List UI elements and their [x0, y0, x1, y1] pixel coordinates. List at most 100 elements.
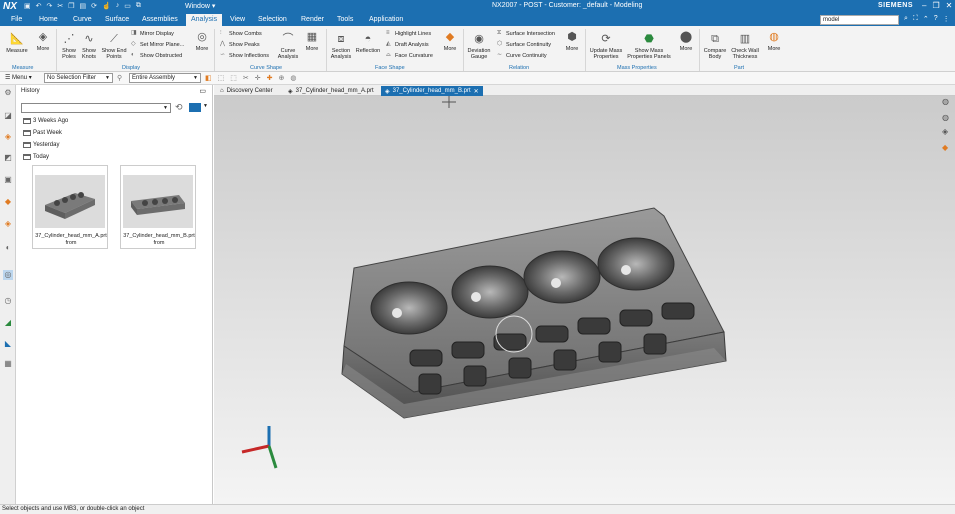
lasso-icon[interactable]: ⬚	[230, 74, 237, 82]
paste-icon[interactable]: ▤	[80, 2, 87, 10]
show-inflections-button[interactable]: ∽ Show Inflections	[220, 52, 269, 59]
web-browser-icon[interactable]: ◈	[3, 219, 13, 229]
undo-icon[interactable]: ↶	[36, 2, 42, 10]
part-navigator-icon[interactable]: ◪	[3, 111, 13, 121]
section-analysis-button[interactable]: ⧈ Section Analysis	[329, 31, 353, 60]
history-folder[interactable]: Yesterday	[23, 142, 59, 148]
more-options-icon[interactable]: ⋮	[943, 15, 950, 23]
show-knots-button[interactable]: ∿ Show Knots	[79, 31, 99, 60]
show-peaks-button[interactable]: ⋀ Show Peaks	[220, 41, 260, 48]
compare-body-button[interactable]: ⧉ Compare Body	[702, 31, 728, 60]
mass-properties-more-button[interactable]: ⬤ More	[676, 29, 696, 52]
settings-icon[interactable]: ⚙	[3, 88, 13, 98]
chevron-down-icon[interactable]: ▼	[203, 103, 208, 109]
window-menu[interactable]: Window ▾	[185, 2, 215, 10]
show-end-points-button[interactable]: ⟋ Show End Points	[100, 31, 128, 60]
touch-icon[interactable]: ☝	[102, 2, 111, 10]
selection-filter-dropdown[interactable]: No Selection Filter ▼	[44, 73, 113, 83]
menu-home[interactable]: Home	[39, 16, 58, 23]
menu-tools[interactable]: Tools	[337, 16, 353, 23]
draft-analysis-button[interactable]: ◭ Draft Analysis	[386, 41, 429, 48]
update-mass-properties-button[interactable]: ⟳ Update Mass Properties	[588, 31, 624, 60]
menu-analysis[interactable]: Analysis	[186, 14, 223, 26]
main-menu-button[interactable]: ☰ Menu ▾	[5, 74, 32, 81]
set-mirror-plane-button[interactable]: ◇ Set Mirror Plane...	[131, 41, 184, 48]
history-folder[interactable]: 3 Weeks Ago	[23, 118, 68, 124]
history-filter-dropdown[interactable]: ▼	[21, 103, 171, 113]
mic-icon[interactable]: ♪	[116, 2, 120, 10]
palette-icon[interactable]: ◐	[3, 243, 13, 253]
maximize-panel-icon[interactable]: ▭	[199, 87, 206, 95]
command-search-input[interactable]: model	[820, 15, 899, 25]
measure-button[interactable]: 📐 Measure	[5, 31, 29, 54]
fullscreen-icon[interactable]: ⛶	[913, 15, 918, 23]
show-mass-properties-panels-button[interactable]: ⬣ Show Mass Properties Panels	[626, 31, 672, 60]
tab-cylinder-head-a[interactable]: ◈ 37_Cylinder_head_mm_A.prt	[284, 86, 378, 96]
menu-selection[interactable]: Selection	[258, 16, 287, 23]
redo-icon[interactable]: ↷	[47, 2, 53, 10]
select-all-icon[interactable]: ⬚	[218, 74, 225, 82]
history-folder[interactable]: Past Week	[23, 130, 62, 136]
reuse-library-icon[interactable]: ▣	[3, 175, 13, 185]
history-file-card[interactable]: 37_Cylinder_head_mm_A.prt from	[32, 165, 108, 249]
check-wall-thickness-button[interactable]: ▥ Check Wall Thickness	[730, 31, 760, 60]
menu-file[interactable]: File	[11, 16, 22, 23]
menu-view[interactable]: View	[230, 16, 245, 23]
face-curvature-button[interactable]: ⌓ Face Curvature	[386, 52, 433, 59]
menu-assemblies[interactable]: Assemblies	[142, 16, 178, 23]
restore-button[interactable]: ❐	[932, 1, 939, 10]
deviation-gauge-button[interactable]: ◉ Deviation Gauge	[466, 31, 492, 60]
orient-view-icon[interactable]: ◍	[942, 96, 953, 107]
display-more-button[interactable]: ◎ More	[192, 29, 212, 52]
face-shape-more-button[interactable]: ◆ More	[440, 29, 460, 52]
graphics-window[interactable]: ◍ ◍ ◈ ◆	[214, 96, 955, 504]
deselect-icon[interactable]: ✂	[243, 74, 249, 82]
view-style-icon[interactable]: ◈	[942, 126, 953, 137]
snap-point-icon[interactable]: ✚	[267, 74, 273, 82]
hd3d-tools-icon[interactable]: ◆	[3, 197, 13, 207]
selection-scope-dropdown[interactable]: Entire Assembly ▼	[129, 73, 201, 83]
mirror-display-button[interactable]: ◨ Mirror Display	[131, 30, 174, 37]
point-snap-icon[interactable]: ✛	[255, 74, 261, 82]
cursor-location-icon[interactable]: ⊕	[279, 74, 285, 82]
copy-icon[interactable]: ❐	[68, 2, 74, 10]
surface-continuity-button[interactable]: ⬡ Surface Continuity	[497, 41, 551, 48]
system-scenes-icon[interactable]: ▦	[3, 359, 13, 369]
tab-discovery-center[interactable]: ⌂ Discovery Center	[216, 86, 277, 96]
tab-cylinder-head-b[interactable]: ◈ 37_Cylinder_head_mm_B.prt ✕	[381, 86, 483, 96]
repeat-icon[interactable]: ⟳	[91, 2, 97, 10]
constraint-navigator-icon[interactable]: ◩	[3, 153, 13, 163]
view-selection-icon[interactable]: ◍	[290, 74, 296, 82]
collapse-ribbon-icon[interactable]: ⌃	[923, 15, 929, 23]
rendering-icon[interactable]: ◆	[942, 142, 953, 153]
snap-icon[interactable]: ◧	[205, 74, 212, 82]
highlight-lines-button[interactable]: ≡ Highlight Lines	[386, 30, 431, 37]
minimize-button[interactable]: –	[922, 1, 926, 10]
close-button[interactable]: ✕	[946, 1, 953, 10]
history-icon[interactable]: ◎	[3, 270, 13, 280]
menu-surface[interactable]: Surface	[105, 16, 129, 23]
fit-view-icon[interactable]: ◍	[942, 112, 953, 123]
menu-render[interactable]: Render	[301, 16, 324, 23]
assembly-navigator-icon[interactable]: ◈	[3, 132, 13, 142]
history-file-card[interactable]: 37_Cylinder_head_mm_B.prt from	[120, 165, 196, 249]
surface-intersection-button[interactable]: ⧖ Surface Intersection	[497, 30, 555, 37]
show-poles-button[interactable]: ⋰ Show Poles	[59, 31, 79, 60]
menu-curve[interactable]: Curve	[73, 16, 92, 23]
show-combs-button[interactable]: ⫶ Show Combs	[220, 30, 262, 37]
history-folder[interactable]: Today	[23, 154, 49, 160]
cut-icon[interactable]: ✂	[57, 2, 63, 10]
save-icon[interactable]: ▣	[24, 2, 31, 10]
curve-analysis-button[interactable]: ⌒ Curve Analysis	[277, 31, 299, 60]
menu-application[interactable]: Application	[369, 16, 403, 23]
screen-icon[interactable]: ▭	[124, 2, 131, 10]
relation-more-button[interactable]: ⬢ More	[562, 29, 582, 52]
measure-more-button[interactable]: ◈ More	[32, 29, 54, 52]
filter-icon[interactable]: ⚲	[117, 74, 122, 82]
curve-continuity-button[interactable]: ∼ Curve Continuity	[497, 52, 547, 59]
search-icon[interactable]: ⌕	[904, 15, 908, 23]
show-obstructed-button[interactable]: ◐ Show Obstructed	[131, 52, 182, 59]
switch-window-icon[interactable]: ⧉	[136, 2, 141, 10]
roles-icon[interactable]: ◣	[3, 339, 13, 349]
clock-icon[interactable]: ◷	[3, 296, 13, 306]
